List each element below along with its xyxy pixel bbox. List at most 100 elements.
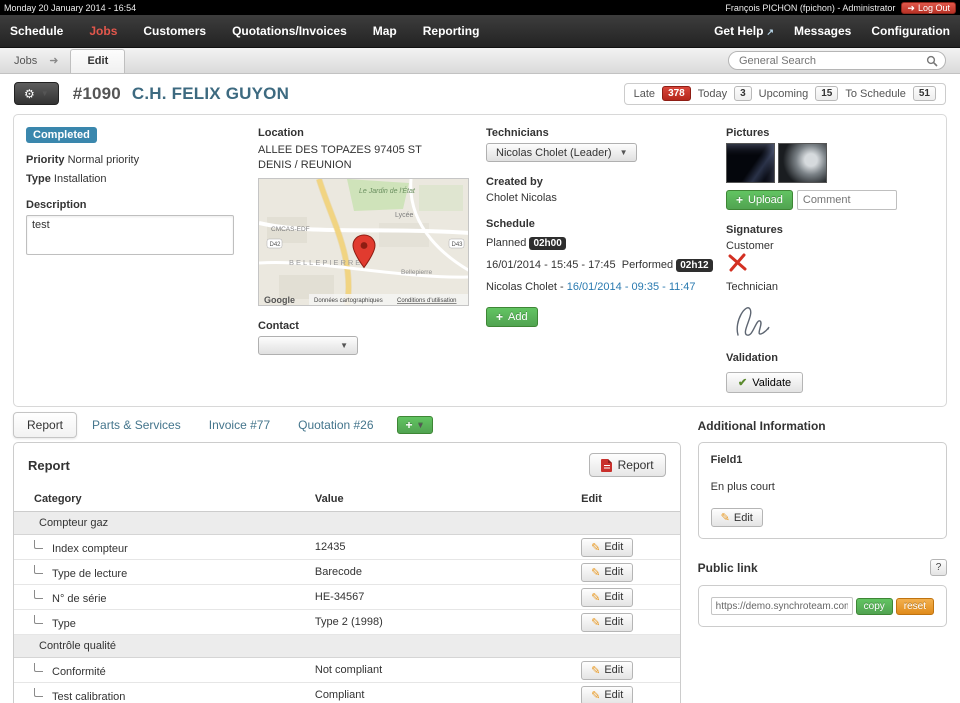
column-header-category: Category [14,489,307,512]
picture-comment-input[interactable] [797,190,897,210]
check-icon: ✔ [738,376,747,389]
performed-label: Performed [622,259,673,271]
type-value: Installation [54,173,107,185]
description-field[interactable]: test [26,215,234,255]
created-by-value: Cholet Nicolas [486,192,716,204]
page-title: #1090 C.H. FELIX GUYON [73,84,289,104]
breadcrumb-arrow-icon: ➜ [49,54,58,67]
picture-thumbnail-2[interactable] [778,143,827,183]
logged-in-user: François PICHON (fpichon) - Administrato… [725,3,895,13]
nav-quotations-invoices[interactable]: Quotations/Invoices [232,24,347,38]
custom-field-label: Field1 [711,454,934,466]
nav-get-help[interactable]: Get Help↗ [714,24,774,38]
technicians-label: Technicians [486,127,716,139]
job-actions-button[interactable]: ⚙ ▼ [14,82,59,105]
chevron-down-icon: ▼ [340,341,348,350]
schedule-label: Schedule [486,218,716,230]
nav-jobs[interactable]: Jobs [89,24,117,38]
edit-conformit-button[interactable]: ✎Edit [581,661,633,680]
report-item-value: Type 2 (1998) [307,610,573,635]
edit-type-de-lecture-button[interactable]: ✎Edit [581,563,633,582]
pencil-icon: ✎ [591,664,600,677]
description-label: Description [26,199,248,211]
general-search-input[interactable] [739,55,921,67]
breadcrumb-edit-tab[interactable]: Edit [70,49,125,73]
report-group-row: Contrôle qualité [14,635,680,658]
report-group-row: Compteur gaz [14,512,680,535]
reset-link-button[interactable]: reset [896,598,934,615]
performed-range-link[interactable]: 16/01/2014 - 09:35 - 11:47 [567,281,696,293]
pencil-icon: ✎ [591,616,600,629]
job-counters: Late378Today3Upcoming15To Schedule51 [624,83,946,105]
nav-configuration[interactable]: Configuration [871,24,950,38]
upload-picture-button[interactable]: + Upload [726,190,793,210]
job-tabs: ReportParts & ServicesInvoice #77Quotati… [13,412,681,438]
report-item-label: Type de lecture [52,568,127,580]
pencil-icon: ✎ [591,541,600,554]
copy-link-button[interactable]: copy [856,598,893,615]
pictures-label: Pictures [726,127,924,139]
search-icon[interactable] [926,55,938,70]
edit-test-calibration-button[interactable]: ✎Edit [581,686,633,703]
map-green-area [419,185,463,211]
tab-report[interactable]: Report [13,412,77,438]
logout-icon: ➜ [907,3,915,13]
technician-dropdown[interactable]: Nicolas Cholet (Leader) ▼ [486,143,637,162]
add-tab-button[interactable]: + ▼ [397,416,434,434]
map-label-park: Le Jardin de l'État [359,186,416,195]
tab-invoice-77[interactable]: Invoice #77 [196,413,283,437]
logout-button[interactable]: ➜ Log Out [901,2,956,14]
tree-elbow-icon [34,590,43,599]
edit-index-compteur-button[interactable]: ✎Edit [581,538,633,557]
picture-thumbnail-1[interactable] [726,143,775,183]
tab-parts-services[interactable]: Parts & Services [79,413,194,437]
report-item-row: N° de sérieHE-34567✎Edit [14,585,680,610]
counter-badge-to-schedule[interactable]: 51 [913,86,936,101]
validation-label: Validation [726,352,924,364]
chevron-down-icon: ▼ [417,421,425,430]
tree-elbow-icon [34,540,43,549]
tree-elbow-icon [34,688,43,697]
report-item-row: Test calibrationCompliant✎Edit [14,683,680,703]
counter-badge-upcoming[interactable]: 15 [815,86,838,101]
edit-field1-button[interactable]: ✎ Edit [711,508,763,527]
map-terms-link[interactable]: Conditions d'utilisation [397,298,457,304]
pencil-icon: ✎ [591,689,600,702]
counter-badge-late[interactable]: 378 [662,86,691,101]
customer-signature-x [726,252,750,274]
customer-signature-label: Customer [726,240,924,252]
edit-type-button[interactable]: ✎Edit [581,613,633,632]
public-link-input[interactable] [711,597,853,615]
report-item-value: 12435 [307,535,573,560]
column-header-edit: Edit [573,489,680,512]
report-item-label: Test calibration [52,691,125,703]
location-map[interactable]: Le Jardin de l'État Lycée CMCAS-EDF BELL… [258,178,469,306]
report-item-row: TypeType 2 (1998)✎Edit [14,610,680,635]
job-header: ⚙ ▼ #1090 C.H. FELIX GUYON Late378Today3… [0,74,960,112]
map-road-label-1: D42 [270,242,282,248]
help-button[interactable]: ? [930,559,947,576]
report-item-value: Not compliant [307,658,573,683]
report-item-value: Barecode [307,560,573,585]
counter-label-today: Today [698,88,727,100]
counter-badge-today[interactable]: 3 [734,86,752,101]
nav-schedule[interactable]: Schedule [10,24,63,38]
breadcrumb-jobs[interactable]: Jobs [14,55,37,67]
job-number: #1090 [73,84,121,103]
custom-field-value: En plus court [711,481,934,493]
nav-map[interactable]: Map [373,24,397,38]
job-address: ALLEE DES TOPAZES 97405 ST DENIS / REUNI… [258,143,458,174]
contact-dropdown[interactable]: ▼ [258,336,358,355]
nav-customers[interactable]: Customers [143,24,206,38]
map-label-place: Bellepierre [401,269,432,276]
nav-reporting[interactable]: Reporting [423,24,480,38]
edit-n-de-s-rie-button[interactable]: ✎Edit [581,588,633,607]
general-search [728,51,946,70]
tab-quotation-26[interactable]: Quotation #26 [285,413,386,437]
additional-information-heading: Additional Information [698,419,826,433]
nav-messages[interactable]: Messages [794,24,851,38]
tree-elbow-icon [34,615,43,624]
add-schedule-button[interactable]: + Add [486,307,538,327]
validate-button[interactable]: ✔ Validate [726,372,803,393]
report-button[interactable]: Report [589,453,666,477]
